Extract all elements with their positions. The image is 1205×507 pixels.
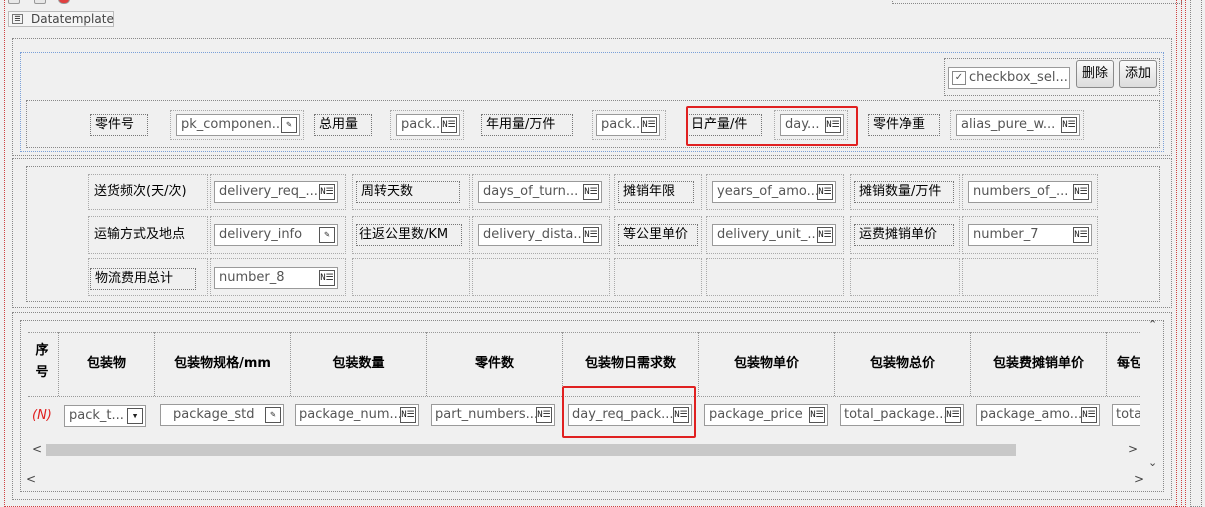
grid-scrollbar-thumb[interactable] <box>46 444 1016 456</box>
add-button[interactable]: 添加 <box>1119 60 1157 88</box>
grid-field-total-price[interactable]: total_package... N☰ <box>840 404 964 426</box>
number-field-icon: N☰ <box>817 227 833 243</box>
label-amortization-years: 摊销年限 <box>618 181 694 203</box>
grid-header-package-qty[interactable]: 包装数量 <box>290 332 426 396</box>
field-transport-mode[interactable]: delivery_info ✎ <box>214 224 338 246</box>
field-freight-amortization[interactable]: number_7 N☰ <box>968 224 1092 246</box>
field-round-trip-km[interactable]: delivery_dista... N☰ <box>478 224 602 246</box>
number-field-icon: N☰ <box>817 184 833 200</box>
right-frame-strip <box>1176 0 1186 507</box>
label-transport-mode: 运输方式及地点 <box>94 227 186 242</box>
number-field-icon: N☰ <box>1073 184 1089 200</box>
scroll-left-arrow-icon[interactable]: < <box>26 472 36 486</box>
highlight-box-daily-output <box>686 106 858 146</box>
number-field-icon: N☰ <box>1081 407 1097 423</box>
grid-header-packaging[interactable]: 包装物 <box>58 332 154 396</box>
field-part-number[interactable]: pk_componen... ✎ <box>176 114 300 136</box>
top-right-strip <box>892 0 1182 4</box>
cell-row4-6 <box>706 258 844 296</box>
label-net-weight: 零件净重 <box>868 114 940 136</box>
label-delivery-frequency: 送货频次(天/次) <box>94 184 187 199</box>
field-amortization-years[interactable]: years_of_amo... N☰ <box>712 181 836 203</box>
grid-field-package-spec[interactable]: package_std ✎ <box>160 404 284 426</box>
form-icon: ☰ <box>12 14 23 24</box>
number-field-icon: N☰ <box>945 407 961 423</box>
grid-horizontal-scrollbar[interactable]: < > <box>28 442 1140 458</box>
number-field-icon: N☰ <box>583 184 599 200</box>
cell-row4-4 <box>472 258 610 296</box>
cell-row4-5 <box>614 258 702 296</box>
grid-header-package-spec[interactable]: 包装物规格/mm <box>154 332 290 396</box>
label-annual-usage: 年用量/万件 <box>481 114 573 136</box>
cell-row4-3 <box>352 258 470 296</box>
grid-header-seq: 序号 <box>30 340 54 388</box>
window-button-1[interactable] <box>8 0 20 4</box>
grid-header-total-price[interactable]: 包装物总价 <box>834 332 970 396</box>
number-field-icon: N☰ <box>441 117 457 133</box>
right-frame-strip-2 <box>1190 0 1202 507</box>
delete-button[interactable]: 删除 <box>1076 60 1114 88</box>
highlight-box-daily-demand <box>562 386 696 438</box>
grid-field-amortization-price[interactable]: package_amo... N☰ <box>976 404 1100 426</box>
label-unit-price-per-km: 等公里单价 <box>618 224 698 246</box>
field-turnover-days[interactable]: days_of_turn... N☰ <box>478 181 602 203</box>
scroll-down-arrow-icon[interactable]: ⌄ <box>1148 456 1157 469</box>
cell-row4-7 <box>850 258 960 296</box>
new-row-marker: (N) <box>32 408 52 423</box>
grid-header-per-pack[interactable]: 每包 <box>1106 332 1140 396</box>
field-amortization-quantity[interactable]: numbers_of_... N☰ <box>968 181 1092 203</box>
number-field-icon: N☰ <box>1061 117 1077 133</box>
number-field-icon: N☰ <box>319 270 335 286</box>
scroll-left-arrow-icon[interactable]: < <box>32 442 42 456</box>
grid-field-unit-price[interactable]: package_price N☰ <box>704 404 828 426</box>
scroll-up-arrow-icon[interactable]: ⌃ <box>1148 318 1157 331</box>
grid-header-unit-price[interactable]: 包装物单价 <box>698 332 834 396</box>
label-logistics-total: 物流费用总计 <box>90 268 196 290</box>
field-net-weight[interactable]: alias_pure_w... N☰ <box>956 114 1080 136</box>
label-round-trip-km: 往返公里数/KM <box>356 224 462 246</box>
datatemplate-tab[interactable]: ☰ Datatemplate <box>8 11 114 27</box>
edit-icon: ✎ <box>265 407 281 423</box>
label-amortization-quantity: 摊销数量/万件 <box>854 181 954 203</box>
label-turnover-days: 周转天数 <box>356 181 460 203</box>
checkbox-select-field[interactable]: ✓ checkbox_sel... <box>948 67 1070 89</box>
grid-field-package-qty[interactable]: package_num... N☰ <box>295 404 419 426</box>
grid-field-per-pack[interactable]: tota <box>1112 404 1140 426</box>
field-unit-price-per-km[interactable]: delivery_unit_... N☰ <box>712 224 836 246</box>
field-logistics-total[interactable]: number_8 N☰ <box>214 267 338 289</box>
edit-icon: ✎ <box>319 227 335 243</box>
field-delivery-frequency[interactable]: delivery_req_... N☰ <box>214 181 338 203</box>
window-button-2[interactable] <box>34 0 46 4</box>
number-field-icon: N☰ <box>1073 227 1089 243</box>
grid-header-amortization-price[interactable]: 包装费摊销单价 <box>970 332 1106 396</box>
field-total-usage[interactable]: pack... N☰ <box>396 114 460 136</box>
number-field-icon: N☰ <box>536 407 552 423</box>
number-field-icon: N☰ <box>641 117 657 133</box>
checkbox-label: checkbox_sel... <box>969 70 1068 85</box>
label-part-number: 零件号 <box>90 114 148 136</box>
number-field-icon: N☰ <box>809 407 825 423</box>
number-field-icon: N☰ <box>319 184 335 200</box>
scroll-right-arrow-icon[interactable]: > <box>1128 442 1138 456</box>
grid-header-seq-text: 序号 <box>35 343 49 380</box>
grid-field-part-count[interactable]: part_numbers... N☰ <box>431 404 555 426</box>
number-field-icon: N☰ <box>583 227 599 243</box>
label-total-usage: 总用量 <box>314 114 372 136</box>
datatemplate-title: Datatemplate <box>31 12 114 26</box>
grid-header-part-count[interactable]: 零件数 <box>426 332 562 396</box>
label-freight-amortization: 运费摊销单价 <box>854 224 954 246</box>
section-horizontal-scrollbar[interactable]: < > <box>22 472 1152 488</box>
number-field-icon: N☰ <box>400 407 416 423</box>
grid-field-packaging[interactable]: pack_t... ▾ <box>64 405 146 427</box>
field-annual-usage[interactable]: pack... N☰ <box>596 114 660 136</box>
dropdown-arrow-icon[interactable]: ▾ <box>127 408 143 424</box>
edit-icon: ✎ <box>281 117 297 133</box>
checkbox-icon[interactable]: ✓ <box>952 71 966 85</box>
scroll-right-arrow-icon[interactable]: > <box>1134 472 1144 486</box>
cell-row4-8 <box>962 258 1098 296</box>
